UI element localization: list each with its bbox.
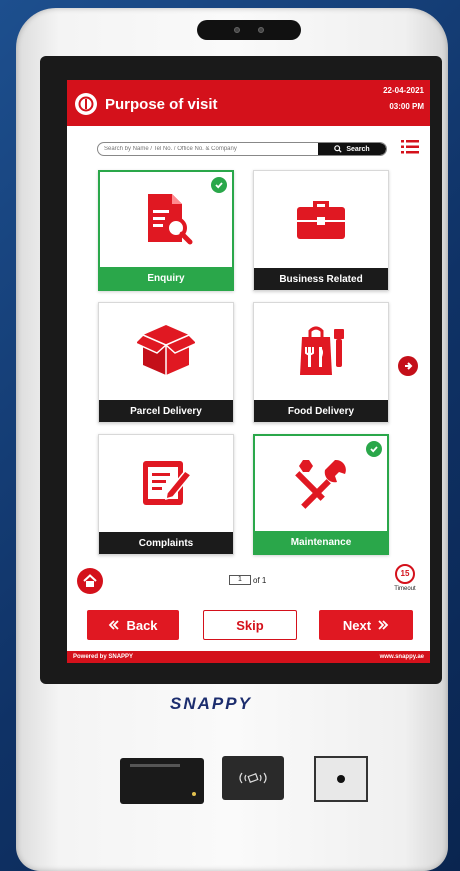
next-page-arrow-icon[interactable] bbox=[398, 356, 418, 376]
kiosk-screen: Purpose of visit 22-04-2021 03:00 PM Sea… bbox=[67, 80, 430, 663]
tile-label: Enquiry bbox=[100, 267, 232, 289]
printer-slot bbox=[130, 764, 180, 767]
search-button-label: Search bbox=[346, 145, 370, 153]
double-chevron-right-icon bbox=[378, 620, 389, 630]
food-bag-icon bbox=[300, 326, 344, 375]
search-button[interactable]: Search bbox=[318, 143, 386, 155]
tile-label: Maintenance bbox=[255, 531, 387, 553]
skip-button[interactable]: Skip bbox=[203, 610, 297, 640]
home-button[interactable] bbox=[77, 568, 103, 594]
timer-icon: 15 bbox=[395, 564, 415, 584]
camera-bar bbox=[197, 20, 301, 40]
search-bar: Search bbox=[97, 142, 387, 156]
app-footer: Powered by SNAPPY www.snappy.ae bbox=[67, 651, 430, 663]
next-button-label: Next bbox=[342, 617, 372, 633]
app-header: Purpose of visit 22-04-2021 03:00 PM bbox=[67, 80, 430, 126]
tools-icon bbox=[295, 459, 346, 509]
sensor-icon bbox=[258, 27, 264, 33]
check-icon bbox=[211, 177, 227, 193]
printer-led-icon bbox=[192, 792, 196, 796]
timeout-label: Timeout bbox=[394, 586, 416, 592]
device-brand-logo: SNAPPY bbox=[170, 694, 252, 713]
home-icon bbox=[83, 574, 97, 587]
header-date: 22-04-2021 bbox=[383, 86, 424, 95]
pagination: 1 of 1 bbox=[229, 575, 266, 585]
skip-button-label: Skip bbox=[236, 617, 264, 633]
tile-label: Parcel Delivery bbox=[99, 400, 233, 422]
tile-complaints[interactable]: Complaints bbox=[98, 434, 234, 555]
tile-enquiry[interactable]: Enquiry bbox=[98, 170, 234, 291]
document-search-icon bbox=[148, 194, 193, 245]
timeout-indicator: 15 Timeout bbox=[387, 564, 423, 600]
double-chevron-left-icon bbox=[109, 620, 120, 630]
search-input[interactable] bbox=[104, 143, 319, 155]
briefcase-icon bbox=[297, 201, 345, 239]
list-view-icon[interactable] bbox=[401, 139, 419, 155]
powered-by: Powered by SNAPPY bbox=[73, 654, 134, 660]
footer-url[interactable]: www.snappy.ae bbox=[380, 654, 424, 660]
search-icon bbox=[334, 145, 342, 153]
tile-parcel-delivery[interactable]: Parcel Delivery bbox=[98, 302, 234, 423]
back-button[interactable]: Back bbox=[87, 610, 179, 640]
tile-label: Complaints bbox=[99, 532, 233, 554]
tile-label: Food Delivery bbox=[254, 400, 388, 422]
app-logo-icon bbox=[75, 93, 97, 115]
next-button[interactable]: Next bbox=[319, 610, 413, 640]
contactless-icon bbox=[239, 772, 267, 784]
tile-label: Business Related bbox=[254, 268, 388, 290]
scanner-lens-icon bbox=[337, 775, 345, 783]
qr-scanner bbox=[314, 756, 368, 802]
tile-maintenance[interactable]: Maintenance bbox=[253, 434, 389, 555]
parcel-box-icon bbox=[137, 325, 195, 375]
page-total: of 1 bbox=[253, 575, 267, 585]
header-time: 03:00 PM bbox=[389, 102, 424, 111]
receipt-printer bbox=[120, 758, 204, 804]
tile-food-delivery[interactable]: Food Delivery bbox=[253, 302, 389, 423]
check-icon bbox=[366, 441, 382, 457]
camera-icon bbox=[234, 27, 240, 33]
page-title: Purpose of visit bbox=[105, 96, 218, 113]
nfc-reader bbox=[222, 756, 284, 800]
back-button-label: Back bbox=[126, 617, 158, 633]
page-number-input[interactable]: 1 bbox=[229, 575, 251, 585]
complaint-form-icon bbox=[143, 461, 193, 505]
tile-business-related[interactable]: Business Related bbox=[253, 170, 389, 291]
